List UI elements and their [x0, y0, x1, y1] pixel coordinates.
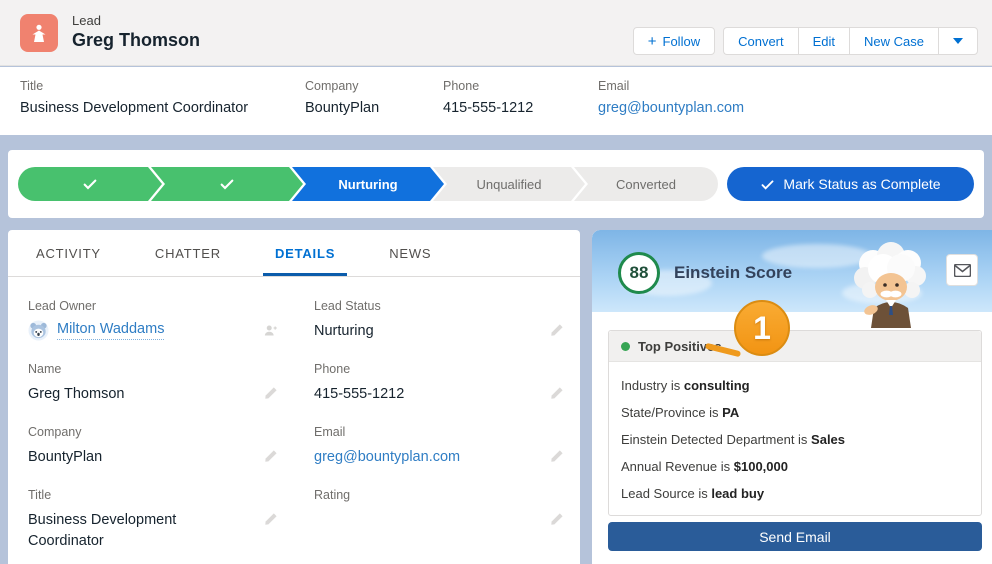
email-link[interactable]: greg@bountyplan.com [598, 100, 744, 116]
path-stage-2-complete[interactable] [151, 167, 303, 201]
positive-item: Annual Revenue is $100,000 [621, 453, 969, 480]
field-name: Name Greg Thomson [28, 354, 300, 417]
convert-button[interactable]: Convert [723, 27, 798, 55]
send-email-button[interactable]: Send Email [608, 522, 982, 551]
highlight-title: Title Business Development Coordinator [20, 79, 248, 116]
path-stage-unqualified[interactable]: Unqualified [433, 167, 585, 201]
more-actions-button[interactable] [938, 27, 978, 55]
highlight-phone: Phone 415-555-1212 [443, 79, 533, 116]
record-detail-card: ACTIVITY CHATTER DETAILS NEWS Lead Owner [8, 230, 580, 564]
edit-pencil-icon[interactable] [264, 386, 278, 405]
positive-item: State/Province is PA [621, 399, 969, 426]
positive-dot-icon [621, 342, 630, 351]
einstein-score-badge: 88 [618, 252, 660, 294]
lead-record-page: Lead Greg Thomson + Follow Convert Edit … [0, 0, 992, 564]
plus-icon: + [648, 34, 657, 49]
check-icon [219, 176, 235, 192]
send-email-icon-button[interactable] [946, 254, 978, 286]
email-link[interactable]: greg@bountyplan.com [314, 449, 460, 465]
annotation-badge-1: 1 [734, 300, 790, 356]
einstein-mascot-illustration [845, 242, 937, 333]
record-header: Lead Greg Thomson + Follow Convert Edit … [0, 0, 992, 66]
record-name: Greg Thomson [72, 30, 200, 51]
new-case-button[interactable]: New Case [849, 27, 938, 55]
einstein-score-title: Einstein Score [674, 263, 792, 283]
lead-object-icon [20, 14, 58, 52]
action-button-group: Convert Edit New Case [723, 27, 978, 55]
positive-item: Industry is consulting [621, 372, 969, 399]
change-owner-icon[interactable] [263, 323, 278, 343]
path-stage-converted[interactable]: Converted [574, 167, 718, 201]
field-lead-status: Lead Status Nurturing [314, 291, 586, 354]
edit-pencil-icon[interactable] [550, 512, 564, 531]
chevron-down-icon [953, 38, 963, 44]
mark-status-complete-button[interactable]: Mark Status as Complete [727, 167, 974, 201]
lead-owner-link[interactable]: Milton Waddams [57, 321, 164, 340]
path-stage-1-complete[interactable] [18, 167, 162, 201]
field-phone: Phone 415-555-1212 [314, 354, 586, 417]
tab-bar: ACTIVITY CHATTER DETAILS NEWS [8, 230, 580, 277]
follow-button[interactable]: + Follow [633, 27, 715, 55]
tab-news[interactable]: NEWS [389, 230, 431, 276]
owner-avatar [28, 320, 49, 341]
field-title: Title Business Development Coordinator [28, 480, 300, 564]
lead-person-icon [27, 21, 51, 45]
field-rating: Rating [314, 480, 586, 564]
detail-fields: Lead Owner Milton Waddams [8, 277, 580, 564]
header-actions: + Follow Convert Edit New Case [633, 27, 978, 55]
edit-pencil-icon[interactable] [264, 512, 278, 531]
envelope-icon [954, 264, 971, 277]
edit-pencil-icon[interactable] [550, 449, 564, 468]
tab-chatter[interactable]: CHATTER [155, 230, 221, 276]
tab-details[interactable]: DETAILS [275, 230, 335, 276]
sales-path: Nurturing Unqualified Converted Mark Sta… [8, 150, 984, 218]
edit-button[interactable]: Edit [798, 27, 849, 55]
field-email: Email greg@bountyplan.com [314, 417, 586, 480]
check-icon [760, 177, 775, 192]
field-lead-owner: Lead Owner Milton Waddams [28, 291, 300, 354]
path-stages: Nurturing Unqualified Converted [18, 167, 718, 201]
edit-pencil-icon[interactable] [550, 323, 564, 342]
positive-item: Lead Source is lead buy [621, 480, 969, 507]
highlight-company: Company BountyPlan [305, 79, 379, 116]
check-icon [82, 176, 98, 192]
tab-activity[interactable]: ACTIVITY [36, 230, 101, 276]
top-positives-panel: Top Positives Industry is consulting Sta… [608, 330, 982, 516]
edit-pencil-icon[interactable] [264, 449, 278, 468]
field-company: Company BountyPlan [28, 417, 300, 480]
edit-pencil-icon[interactable] [550, 386, 564, 405]
entity-label: Lead [72, 13, 101, 28]
highlights-panel: Title Business Development Coordinator C… [0, 67, 992, 135]
positive-item: Einstein Detected Department is Sales [621, 426, 969, 453]
einstein-score-card: 88 Einstein Score [592, 230, 992, 564]
highlight-email: Email greg@bountyplan.com [598, 79, 744, 116]
top-positives-header: Top Positives [609, 331, 981, 362]
path-stage-nurturing[interactable]: Nurturing [292, 167, 444, 201]
